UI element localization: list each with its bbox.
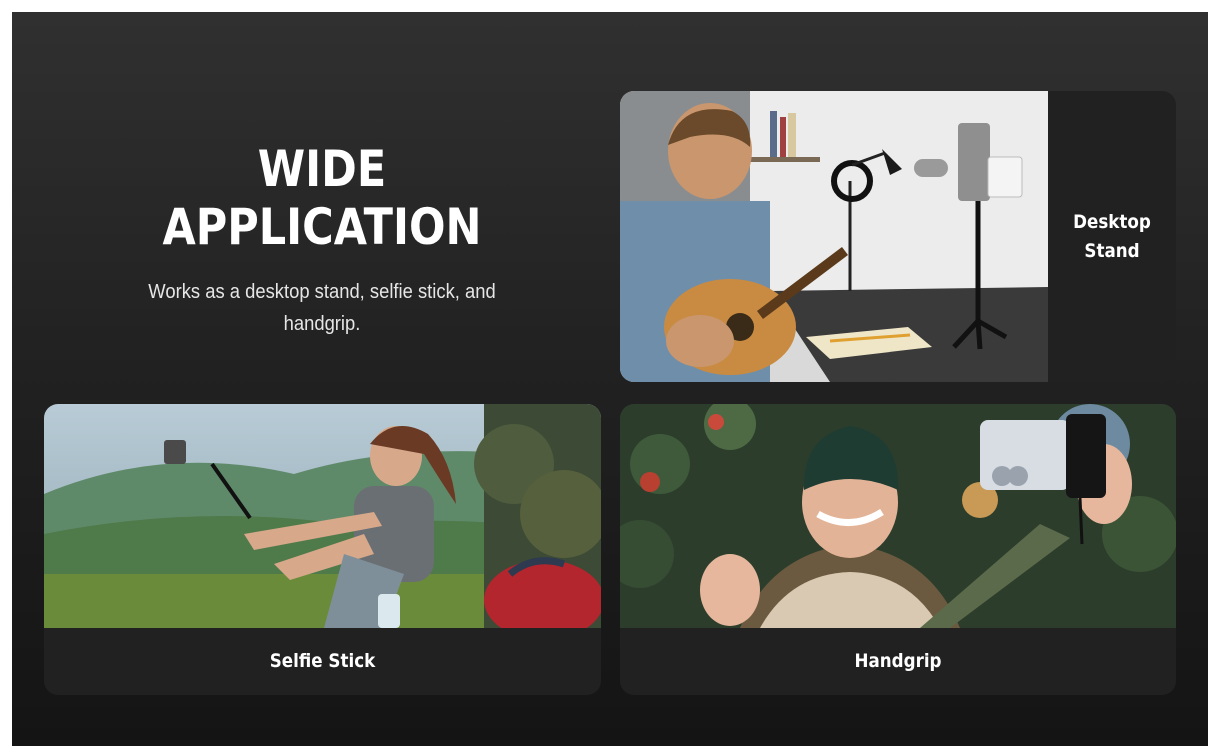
card-selfie-stick: Selfie Stick (44, 404, 601, 695)
desktop-stand-photo (620, 91, 1048, 382)
headline-title-line1: WIDE (257, 140, 387, 198)
handgrip-photo (620, 404, 1176, 628)
card-desktop-stand: Desktop Stand (620, 91, 1176, 382)
card-handgrip: Handgrip (620, 404, 1176, 695)
desktop-stand-label: Desktop Stand (1073, 210, 1151, 262)
selfie-stick-photo (44, 404, 601, 628)
selfie-stick-label: Selfie Stick (269, 650, 376, 672)
headline-block: WIDE APPLICATION Works as a desktop stan… (102, 140, 542, 340)
headline-title-line2: APPLICATION (162, 198, 482, 256)
headline-subtitle: Works as a desktop stand, selfie stick, … (148, 281, 496, 335)
wide-application-banner: WIDE APPLICATION Works as a desktop stan… (12, 12, 1208, 746)
headline-title: WIDE APPLICATION (133, 140, 511, 256)
handgrip-label: Handgrip (854, 650, 942, 672)
